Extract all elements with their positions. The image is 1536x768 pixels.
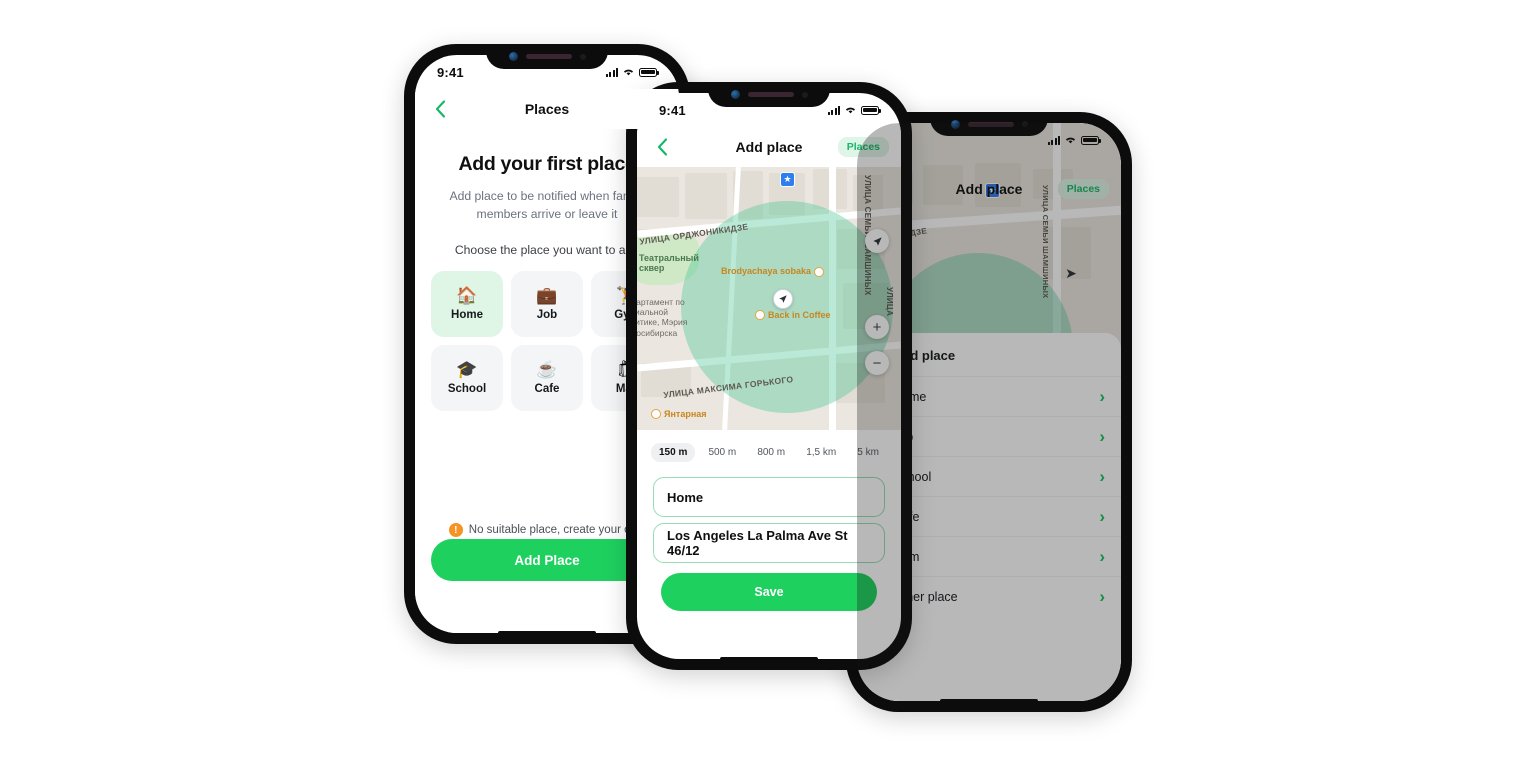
center-status-icons [827, 105, 881, 115]
navigation-arrow-icon [779, 295, 787, 303]
map-poi-label: Brodyachaya sobaka [721, 266, 812, 277]
navigation-arrow-icon [872, 236, 882, 246]
battery-full-icon [861, 105, 881, 115]
map-area-label: Театральный сквер [639, 253, 699, 274]
chevron-right-icon: › [1099, 427, 1105, 446]
radius-chip-500m[interactable]: 500 m [700, 443, 744, 462]
radius-chip-800m[interactable]: 800 m [749, 443, 793, 462]
chevron-right-icon: › [1099, 587, 1105, 606]
left-status-icons [605, 67, 659, 77]
zoom-in-button[interactable]: + [865, 315, 889, 339]
wifi-icon [1065, 137, 1076, 144]
house-icon: 🏠 [456, 286, 478, 306]
chevron-left-icon [435, 100, 445, 118]
place-card-label: Cafe [534, 383, 560, 396]
right-status-icons [1047, 135, 1101, 145]
map-poi[interactable]: Back in Coffee [755, 310, 831, 320]
place-address-input[interactable]: Los Angeles La Palma Ave St 46/12 [653, 523, 885, 563]
back-button[interactable] [651, 136, 673, 158]
front-camera-icon [508, 52, 518, 61]
map-poi[interactable]: Янтарная [651, 409, 707, 419]
place-card-cafe[interactable]: ☕ Cafe [511, 345, 583, 412]
status-time: 9:41 [437, 64, 464, 80]
graduation-cap-icon: 🎓 [456, 360, 478, 380]
poi-icon [651, 409, 661, 419]
radius-chip-150m[interactable]: 150 m [651, 443, 696, 462]
earpiece-speaker [967, 121, 1014, 127]
alert-circle-icon: ! [448, 523, 463, 537]
chevron-left-icon [657, 138, 667, 156]
save-button[interactable]: Save [661, 573, 877, 611]
place-name-input[interactable]: Home [653, 477, 885, 517]
left-phone-notch [486, 44, 608, 69]
zoom-out-button[interactable]: − [865, 351, 889, 375]
locate-me-button[interactable] [865, 229, 889, 253]
coffee-cup-icon: ☕ [536, 360, 558, 380]
coffee-poi-icon [814, 267, 825, 277]
radius-chip-1-5km[interactable]: 1,5 km [798, 443, 844, 462]
front-camera-icon [730, 90, 740, 99]
front-camera-icon [950, 119, 960, 129]
earpiece-speaker [525, 54, 572, 59]
earpiece-speaker [747, 92, 794, 97]
map-area-label: Департамент по социальной политике, Мэри… [637, 297, 688, 338]
place-card-label: School [447, 383, 487, 396]
map-marker-icon: ★ [780, 172, 795, 187]
place-card-home[interactable]: 🏠 Home [431, 271, 503, 338]
chevron-right-icon: › [1099, 547, 1105, 566]
coffee-poi-icon [755, 310, 765, 320]
wifi-icon [845, 107, 856, 114]
right-places-chip[interactable]: Places [1057, 179, 1109, 199]
center-home-indicator [720, 657, 818, 661]
place-card-job[interactable]: 💼 Job [511, 271, 583, 338]
right-navbar: Add place Places [857, 169, 1121, 209]
chevron-right-icon: › [1099, 507, 1105, 526]
back-button[interactable] [429, 98, 451, 120]
map-user-location-dot [773, 289, 793, 309]
radius-chip-5km[interactable]: 5 km [849, 443, 887, 462]
map-poi-label: Янтарная [664, 409, 707, 419]
cellular-bars-icon [1047, 135, 1060, 145]
sensor-icon [579, 53, 586, 60]
place-card-school[interactable]: 🎓 School [431, 345, 503, 412]
place-card-label: Home [451, 309, 483, 322]
left-home-indicator [498, 631, 596, 635]
map-poi[interactable]: Brodyachaya sobaka [721, 266, 825, 277]
sensor-icon [801, 91, 808, 98]
place-card-label: Job [536, 309, 558, 322]
center-phone-notch [708, 82, 830, 107]
map-poi-label: Back in Coffee [768, 310, 831, 320]
right-home-indicator [940, 699, 1038, 703]
screenshot-stage: ★ ДЖОНИКИДЗЕ УЛИЦА СЕМЬИ ШАМШИНЫХ ➤ Add … [0, 0, 1536, 768]
no-suitable-place-text: No suitable place, create your own [468, 524, 646, 536]
briefcase-icon: 💼 [536, 286, 558, 306]
battery-full-icon [1081, 135, 1101, 145]
status-time: 9:41 [659, 102, 686, 118]
chevron-right-icon: › [1099, 467, 1105, 486]
wifi-icon [623, 69, 634, 76]
radius-selector: 150 m 500 m 800 m 1,5 km 5 km [637, 443, 901, 462]
sensor-icon [1021, 121, 1028, 127]
chevron-right-icon: › [1099, 387, 1105, 406]
cellular-bars-icon [605, 67, 618, 77]
battery-full-icon [639, 67, 659, 77]
map-street-label: УЛИЦА [885, 287, 894, 317]
right-phone-notch [930, 112, 1048, 136]
cellular-bars-icon [827, 105, 840, 115]
